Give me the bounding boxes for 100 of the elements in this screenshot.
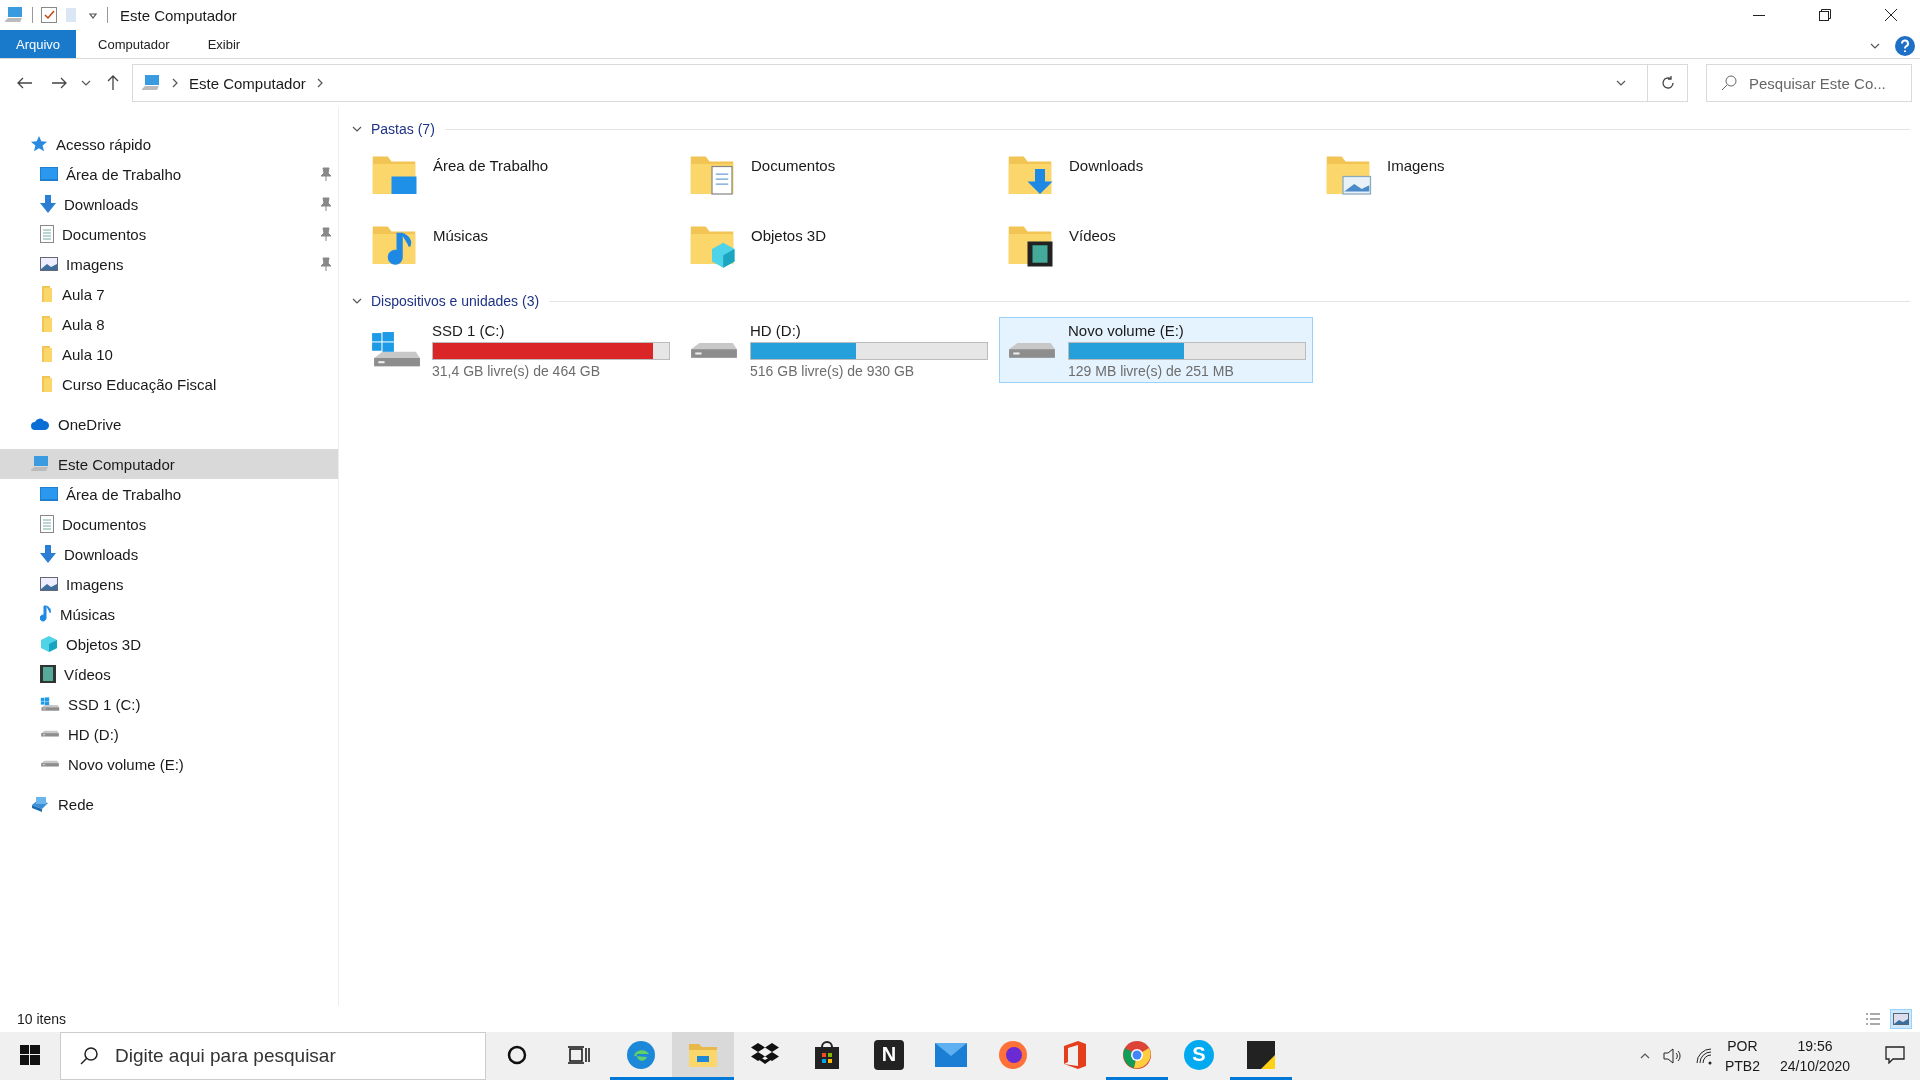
folder-tile[interactable]: Objetos 3D <box>681 215 981 279</box>
language-code: POR <box>1727 1037 1758 1056</box>
search-field[interactable]: Pesquisar Este Co... <box>1706 64 1912 102</box>
wifi-icon[interactable] <box>1694 1047 1713 1065</box>
sidebar-item[interactable]: Downloads <box>0 539 338 569</box>
mail-icon <box>935 1042 967 1067</box>
folder-tile[interactable]: Vídeos <box>999 215 1299 279</box>
folder-tile[interactable]: Imagens <box>1317 145 1617 209</box>
computer-icon <box>30 455 50 473</box>
sidebar-item[interactable]: Aula 10 <box>0 339 338 369</box>
sidebar-item[interactable]: Rede <box>0 789 338 819</box>
drive-icon <box>40 730 60 738</box>
close-icon <box>1884 8 1898 22</box>
details-icon <box>1865 1013 1881 1025</box>
sidebar-item[interactable]: Objetos 3D <box>0 629 338 659</box>
large-icons-view-button[interactable] <box>1890 1009 1912 1029</box>
music-note-icon <box>40 605 52 623</box>
sidebar-item[interactable]: Imagens <box>0 569 338 599</box>
chrome-icon <box>1122 1039 1152 1070</box>
folder-icon <box>40 285 54 303</box>
picture-icon <box>40 577 58 591</box>
drive-name: Novo volume (E:) <box>1068 321 1185 339</box>
drive-icon <box>40 696 60 712</box>
refresh-icon <box>1659 75 1676 91</box>
taskbar-app-button[interactable]: N <box>858 1032 920 1080</box>
free-space: 129 MB livre(s) de 251 MB <box>1068 362 1235 379</box>
drive-tile[interactable]: HD (D:) 516 GB livre(s) de 930 GB <box>681 317 995 383</box>
ribbon-tab[interactable]: Exibir <box>191 30 257 58</box>
skype-logo: S <box>1184 1039 1214 1070</box>
pin-icon <box>320 167 332 181</box>
sidebar-item[interactable]: Documentos <box>0 219 338 249</box>
address-bar[interactable]: Este Computador <box>132 64 1688 102</box>
sidebar-item[interactable]: Imagens <box>0 249 338 279</box>
window-title: Este Computador <box>120 6 237 24</box>
sidebar-item[interactable]: OneDrive <box>0 409 338 439</box>
folder-tile[interactable]: Área de Trabalho <box>363 145 663 209</box>
clock[interactable]: 19:56 24/10/2020 <box>1771 1036 1858 1076</box>
up-arrow-icon <box>107 75 119 91</box>
sidebar-item[interactable]: Área de Trabalho <box>0 479 338 509</box>
folder-icon <box>40 315 54 333</box>
taskbar-search-field[interactable]: Digite aqui para pesquisar <box>60 1032 486 1080</box>
document-icon <box>40 515 54 533</box>
windows-drive-icon <box>370 331 422 369</box>
notion-logo: N <box>874 1039 904 1070</box>
search-icon <box>79 1046 99 1066</box>
sidebar-item[interactable]: HD (D:) <box>0 719 338 749</box>
sidebar-item[interactable]: Documentos <box>0 509 338 539</box>
speaker-icon[interactable] <box>1662 1047 1683 1065</box>
item-count: 10 itens <box>17 1011 67 1027</box>
windows-logo-icon <box>20 1044 40 1065</box>
sidebar-item[interactable]: Aula 7 <box>0 279 338 309</box>
minimize-icon <box>1753 14 1765 16</box>
sidebar-item[interactable]: Acesso rápido <box>0 129 338 159</box>
cube-icon <box>40 635 58 653</box>
sidebar-item[interactable]: Downloads <box>0 189 338 219</box>
circle-icon <box>507 1044 527 1065</box>
keyboard-layout: PTB2 <box>1724 1057 1760 1076</box>
search-input[interactable]: Pesquisar Este Co... <box>1747 73 1903 93</box>
group-header[interactable]: Dispositivos e unidades (3) <box>351 293 540 309</box>
pin-icon <box>320 227 332 241</box>
download-icon <box>40 545 56 563</box>
picture-icon <box>1893 1013 1909 1025</box>
sidebar-item[interactable]: Vídeos <box>0 659 338 689</box>
cloud-icon <box>30 417 50 431</box>
desktop-icon <box>40 487 58 501</box>
office-icon <box>1062 1039 1088 1070</box>
sidebar-item[interactable]: Este Computador <box>0 449 338 479</box>
speech-bubble-icon <box>1885 1045 1905 1064</box>
drive-tile[interactable]: SSD 1 (C:) 31,4 GB livre(s) de 464 GB <box>363 317 677 383</box>
sidebar-item[interactable]: Área de Trabalho <box>0 159 338 189</box>
drive-tile[interactable]: Novo volume (E:) 129 MB livre(s) de 251 MB <box>999 317 1313 383</box>
sidebar-item[interactable]: Curso Educação Fiscal <box>0 369 338 399</box>
back-arrow-icon <box>17 77 33 89</box>
address-path[interactable]: Este Computador <box>189 74 306 92</box>
file-tab[interactable]: Arquivo <box>0 30 77 58</box>
drive-icon <box>1006 340 1058 360</box>
checkbox-icon[interactable] <box>41 7 57 23</box>
clock-time: 19:56 <box>1797 1037 1833 1056</box>
free-space: 31,4 GB livre(s) de 464 GB <box>432 362 602 379</box>
group-header[interactable]: Pastas (7) <box>351 121 435 137</box>
folder-tile[interactable]: Documentos <box>681 145 981 209</box>
sidebar-item[interactable]: Novo volume (E:) <box>0 749 338 779</box>
folder-tile[interactable]: Músicas <box>363 215 663 279</box>
folder-tile[interactable]: Downloads <box>999 145 1299 209</box>
download-icon <box>40 195 56 213</box>
task-view-icon <box>568 1044 590 1065</box>
computer-icon <box>4 6 24 24</box>
search-icon <box>1721 75 1737 91</box>
star-icon <box>30 135 48 153</box>
desktop-icon <box>40 167 58 181</box>
sidebar-item[interactable]: Aula 8 <box>0 309 338 339</box>
language-indicator[interactable]: POR PTB2 <box>1724 1036 1760 1076</box>
drive-icon <box>688 340 740 360</box>
taskbar-search-input[interactable]: Digite aqui para pesquisar <box>113 1044 485 1068</box>
sidebar-item[interactable]: SSD 1 (C:) <box>0 689 338 719</box>
sidebar-item[interactable]: Músicas <box>0 599 338 629</box>
ribbon-tab[interactable]: Computador <box>82 30 186 58</box>
free-space: 516 GB livre(s) de 930 GB <box>750 362 916 379</box>
clock-date: 24/10/2020 <box>1779 1057 1850 1076</box>
help-icon <box>1895 36 1915 56</box>
